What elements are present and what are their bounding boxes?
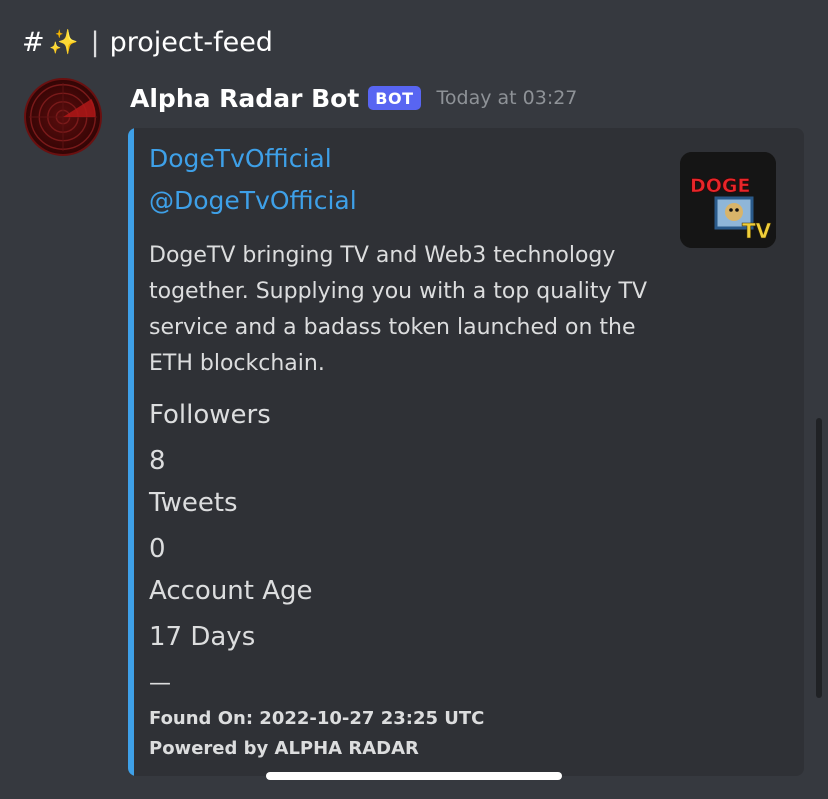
embed: DogeTvOfficial @DogeTvOfficial DOGE TV D… [128, 128, 804, 776]
avatar[interactable] [24, 78, 102, 156]
radar-icon [28, 82, 98, 152]
author-name[interactable]: Alpha Radar Bot [130, 84, 359, 113]
svg-text:TV: TV [742, 219, 772, 243]
doge-tv-logo-icon: DOGE TV [680, 152, 776, 248]
embed-author-handle-link[interactable]: @DogeTvOfficial [149, 186, 357, 215]
embed-author-name-link[interactable]: DogeTvOfficial [149, 144, 332, 173]
embed-divider: — [149, 671, 171, 696]
embed-thumbnail[interactable]: DOGE TV [680, 152, 776, 248]
svg-text:DOGE: DOGE [690, 175, 751, 197]
footer-powered-by: Powered by ALPHA RADAR [149, 738, 419, 759]
embed-description: DogeTV bringing TV and Web3 technology t… [149, 243, 648, 376]
embed-accent-bar [128, 128, 134, 776]
field-value-followers: 8 [149, 446, 166, 476]
field-name-account-age: Account Age [149, 576, 313, 606]
message-header: Alpha Radar Bot BOT Today at 03:27 [130, 80, 577, 116]
bot-badge: BOT [368, 86, 421, 110]
field-name-followers: Followers [149, 400, 271, 430]
channel-separator: | [90, 26, 100, 58]
field-name-tweets: Tweets [149, 488, 238, 518]
app-root: # ✨ | project-feed Alpha Radar Bot BOT T… [0, 0, 828, 799]
scrollbar[interactable] [816, 418, 822, 698]
field-value-account-age: 17 Days [149, 622, 256, 652]
channel-name[interactable]: project-feed [110, 27, 273, 58]
footer-found-on: Found On: 2022-10-27 23:25 UTC [149, 708, 485, 729]
message-timestamp: Today at 03:27 [436, 87, 578, 109]
sparkles-icon: ✨ [48, 28, 79, 56]
channel-hash-icon: # [22, 26, 45, 58]
field-value-tweets: 0 [149, 534, 166, 564]
home-indicator[interactable] [266, 772, 562, 780]
channel-header: # ✨ | project-feed [22, 24, 273, 60]
